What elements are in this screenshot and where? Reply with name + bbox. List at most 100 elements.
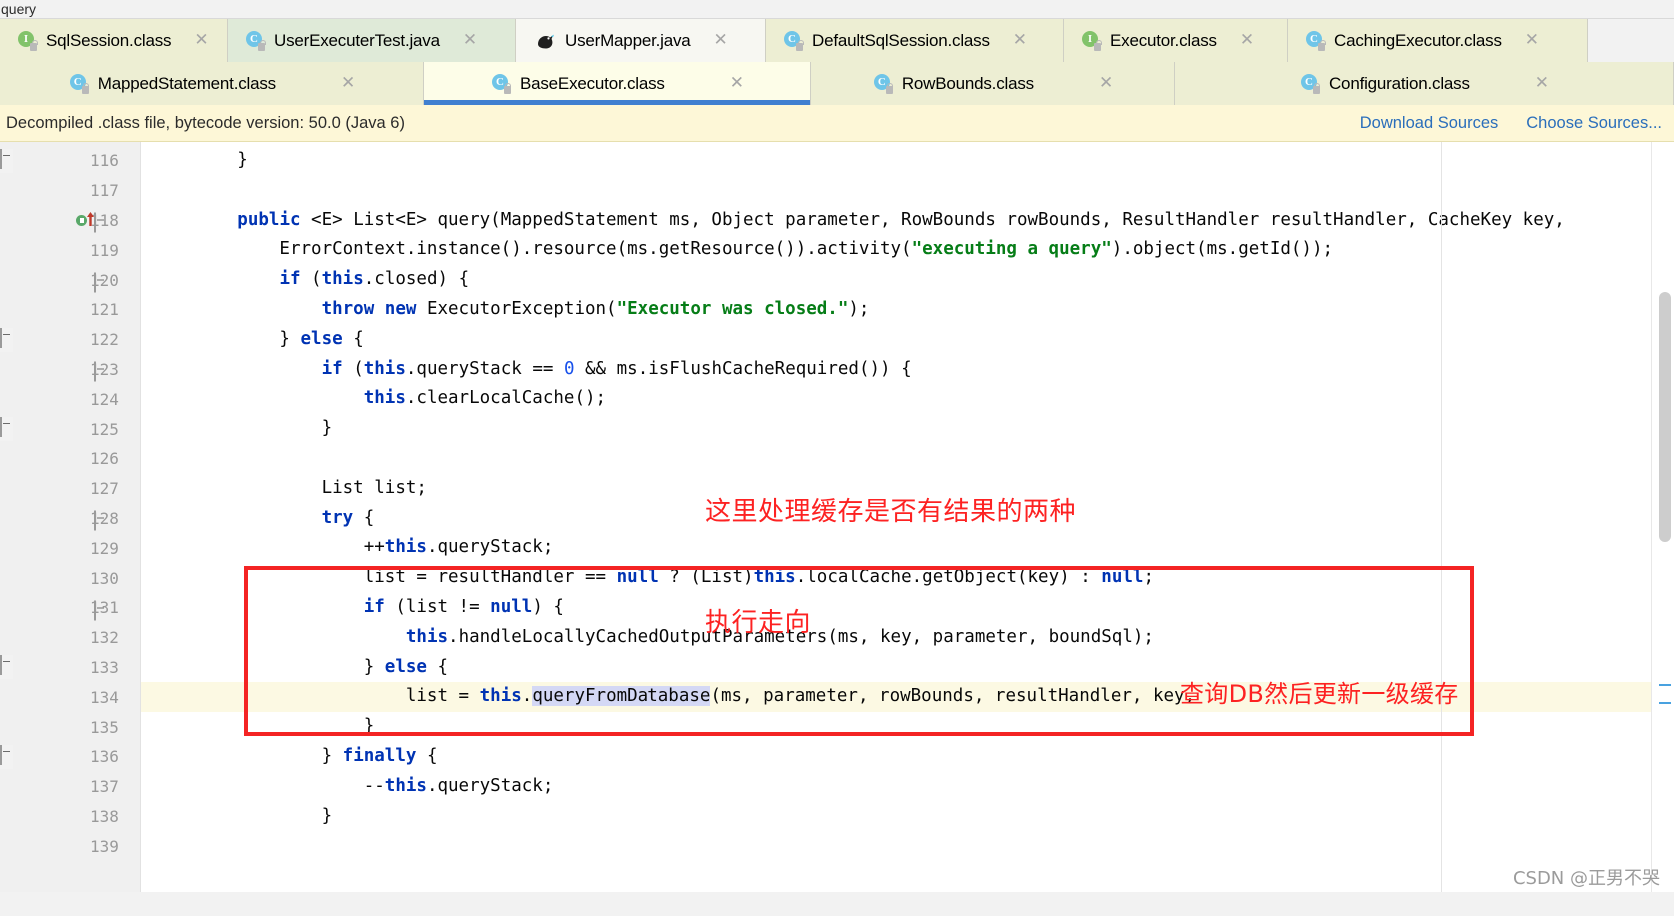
interface-class-icon: I — [1082, 30, 1102, 51]
gutter-row: 125 — [0, 414, 140, 444]
editor-marker-scrollbar[interactable] — [1651, 142, 1674, 902]
tab-usermapper-java[interactable]: UserMapper.java ✕ — [516, 19, 766, 62]
close-icon[interactable]: ✕ — [463, 32, 477, 49]
code-line-129: ++this.queryStack; — [153, 537, 554, 558]
gutter-row: 118 — [0, 206, 140, 236]
code-line-127: List list; — [153, 477, 427, 498]
tab-label: RowBounds.class — [901, 73, 1034, 93]
gutter-row: 121 — [0, 295, 140, 325]
code-text-area[interactable]: } public <E> List<E> query(MappedStateme… — [141, 142, 1674, 902]
close-icon[interactable]: ✕ — [1240, 32, 1254, 49]
download-sources-link[interactable]: Download Sources — [1360, 114, 1499, 133]
tab-label: Configuration.class — [1328, 73, 1470, 93]
tab-executor-class[interactable]: I Executor.class ✕ — [1064, 19, 1288, 62]
fold-marker[interactable] — [94, 212, 107, 233]
code-line-136: } finally { — [153, 745, 438, 766]
close-icon[interactable]: ✕ — [1535, 75, 1549, 92]
tab-userexecutertest-java[interactable]: C UserExecuterTest.java ✕ — [228, 19, 516, 62]
mybatis-bird-icon — [534, 30, 556, 51]
line-number: 126 — [90, 449, 119, 469]
fold-marker[interactable] — [0, 148, 13, 173]
code-line-133: } else { — [153, 656, 449, 677]
line-number: 133 — [90, 657, 119, 677]
close-icon[interactable]: ✕ — [194, 32, 208, 49]
close-icon[interactable]: ✕ — [341, 75, 355, 92]
fold-marker[interactable] — [0, 744, 13, 769]
gutter-row: 119 — [0, 235, 140, 265]
close-icon[interactable]: ✕ — [1099, 75, 1113, 92]
gutter-row: 137 — [0, 772, 140, 802]
code-line-125: } — [153, 418, 333, 439]
line-number: 132 — [90, 628, 119, 648]
fold-marker[interactable] — [94, 510, 107, 531]
code-text: } — [153, 150, 248, 170]
gutter-row: 131 — [0, 593, 140, 623]
tab-label: SqlSession.class — [46, 30, 172, 50]
close-icon[interactable]: ✕ — [714, 32, 728, 49]
java-class-icon: C — [873, 73, 894, 94]
notification-links: Download Sources Choose Sources... — [1360, 114, 1662, 133]
gutter-row: 120 — [0, 265, 140, 295]
tab-sqlsession-class[interactable]: I SqlSession.class ✕ — [0, 19, 228, 62]
run-gutter-marks[interactable] — [76, 206, 94, 236]
gutter-row: 128 — [0, 504, 140, 534]
tab-defaultsqlsession-class[interactable]: C DefaultSqlSession.class ✕ — [766, 19, 1064, 62]
code-line-123: if (this.queryStack == 0 && ms.isFlushCa… — [321, 358, 912, 379]
java-class-icon: C — [246, 30, 266, 51]
tab-label: DefaultSqlSession.class — [812, 30, 990, 50]
code-editor[interactable]: 116 117 118 119 120 121 122 123 124 125 … — [0, 142, 1674, 902]
line-number: 117 — [90, 181, 119, 201]
editor-gutter[interactable]: 116 117 118 119 120 121 122 123 124 125 … — [0, 142, 141, 902]
code-line-134: list = this.queryFromDatabase(ms, parame… — [141, 682, 1674, 713]
fold-marker[interactable] — [0, 327, 13, 352]
gutter-row: 127 — [0, 474, 140, 504]
line-number: 139 — [90, 836, 119, 856]
interface-class-icon: I — [18, 30, 38, 51]
code-line-137: --this.queryStack; — [153, 775, 554, 796]
fold-marker[interactable] — [0, 655, 13, 680]
line-number: 134 — [90, 687, 119, 707]
code-line-130: list = resultHandler == null ? (List)thi… — [153, 567, 1154, 588]
code-line-131: if (list != null) { — [363, 596, 564, 617]
gutter-row: 126 — [0, 444, 140, 474]
tab-baseexecutor-class[interactable]: C BaseExecutor.class ✕ — [424, 62, 811, 105]
editor-tab-row-2: C MappedStatement.class ✕ C BaseExecutor… — [0, 62, 1674, 105]
gutter-row: 116 — [0, 146, 140, 176]
tab-configuration-class[interactable]: C Configuration.class ✕ — [1175, 62, 1674, 105]
gutter-row: 130 — [0, 563, 140, 593]
gutter-row: 135 — [0, 712, 140, 742]
scrollbar-thumb[interactable] — [1659, 292, 1671, 542]
line-number: 129 — [90, 538, 119, 558]
choose-sources-link[interactable]: Choose Sources... — [1526, 114, 1662, 133]
gutter-row: 138 — [0, 802, 140, 832]
tab-label: MappedStatement.class — [97, 73, 276, 93]
gutter-row: 117 — [0, 176, 140, 206]
fold-marker[interactable] — [94, 272, 107, 293]
tab-label: BaseExecutor.class — [519, 73, 665, 93]
gutter-row: 133 — [0, 653, 140, 683]
close-icon[interactable]: ✕ — [1013, 32, 1027, 49]
line-number: 137 — [90, 777, 119, 797]
tab-label: Executor.class — [1110, 30, 1217, 50]
fold-marker[interactable] — [94, 600, 107, 621]
code-line-124: this.clearLocalCache(); — [363, 388, 607, 409]
tab-rowbounds-class[interactable]: C RowBounds.class ✕ — [811, 62, 1175, 105]
line-number: 130 — [90, 568, 119, 588]
decompiled-notification-bar: Decompiled .class file, bytecode version… — [0, 105, 1674, 142]
ide-window: query I SqlSession.class ✕ C UserExecute… — [0, 0, 1674, 916]
close-icon[interactable]: ✕ — [730, 75, 744, 92]
fold-marker[interactable] — [94, 361, 107, 382]
gutter-row: 129 — [0, 533, 140, 563]
fold-marker[interactable] — [0, 417, 13, 442]
code-line-116: } — [141, 146, 1674, 176]
line-number: 122 — [90, 330, 119, 350]
breadcrumb: query — [0, 0, 1674, 19]
tab-mappedstatement-class[interactable]: C MappedStatement.class ✕ — [0, 62, 424, 105]
tab-cachingexecutor-class[interactable]: C CachingExecutor.class ✕ — [1288, 19, 1588, 62]
line-number: 121 — [90, 300, 119, 320]
java-class-icon: C — [784, 30, 804, 51]
close-icon[interactable]: ✕ — [1525, 32, 1539, 49]
line-number: 125 — [90, 419, 119, 439]
code-line-138: } — [153, 805, 333, 826]
